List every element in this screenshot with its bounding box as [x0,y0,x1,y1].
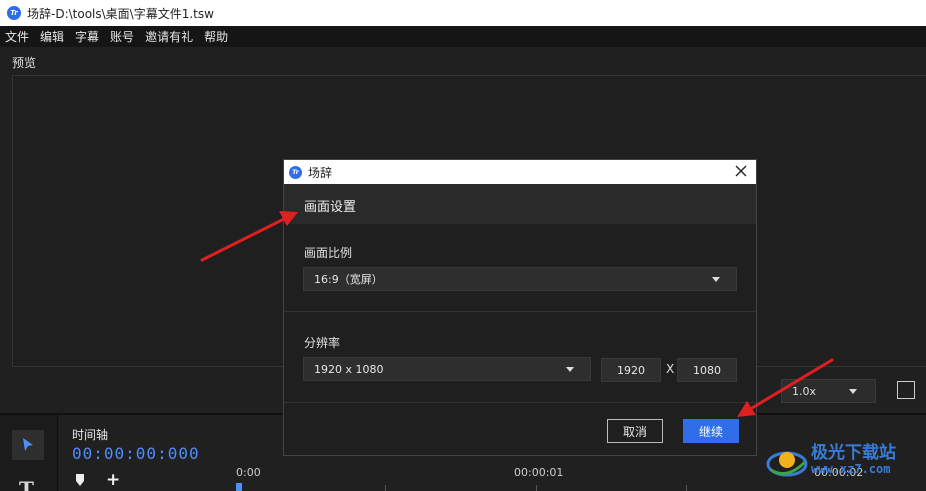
app-window: Tr 场辞-D:\tools\桌面\字幕文件1.tsw 文件 编辑 字幕 账号 … [0,0,926,491]
dimension-separator: X [666,362,675,376]
timeline-tick [385,485,386,491]
timeline-tick [686,485,687,491]
footer-divider [284,402,756,403]
resolution-select[interactable]: 1920 x 1080 [303,357,591,381]
dialog-title: 场辞 [308,165,333,180]
section-title: 画面设置 [304,200,357,215]
menu-bar: 文件 编辑 字幕 账号 邀请有礼 帮助 [0,26,926,47]
dialog-titlebar: Tr 场辞 [284,160,756,184]
watermark-text: 极光下载站 [811,443,896,463]
preview-label: 预览 [12,56,37,70]
menu-file[interactable]: 文件 [0,28,35,45]
section-divider [284,311,756,312]
aspect-ratio-value: 16:9（宽屏） [314,273,383,286]
app-logo-icon: Tr [289,165,302,179]
menu-account[interactable]: 账号 [105,28,140,45]
watermark-url: www.xz7.com [811,462,891,476]
cursor-arrow-icon [23,438,33,451]
select-tool-button[interactable] [12,430,44,460]
marker-icon[interactable] [75,474,85,486]
height-input[interactable]: 1080 [677,358,737,382]
chevron-down-icon [849,389,857,394]
chevron-down-icon [712,277,720,282]
resolution-label: 分辨率 [304,336,341,350]
timecode-display: 00:00:00:000 [72,444,200,463]
width-input[interactable]: 1920 [601,358,661,382]
window-title: 场辞-D:\tools\桌面\字幕文件1.tsw [27,6,214,21]
continue-button[interactable]: 继续 [683,419,739,443]
playhead[interactable] [236,483,242,491]
cancel-button[interactable]: 取消 [607,419,663,443]
app-logo-icon: Tr [7,6,21,20]
timeline-tick [536,485,537,491]
timeline-tick-label: 0:00 [236,466,261,479]
playback-speed-value: 1.0x [792,384,817,398]
add-icon[interactable]: + [106,470,120,490]
watermark-logo-icon [766,451,808,477]
menu-edit[interactable]: 编辑 [35,28,70,45]
menu-subtitle[interactable]: 字幕 [70,28,105,45]
section-header: 画面设置 [284,184,756,224]
aspect-ratio-label: 画面比例 [304,246,353,260]
menu-help[interactable]: 帮助 [199,28,234,45]
window-titlebar: Tr 场辞-D:\tools\桌面\字幕文件1.tsw [0,0,926,26]
chevron-down-icon [566,367,574,372]
picture-settings-dialog: Tr 场辞 画面设置 画面比例 16:9（宽屏） 分辨率 1920 x 1080… [283,159,757,456]
fullscreen-icon[interactable] [897,381,915,399]
resolution-value: 1920 x 1080 [314,362,384,376]
menu-invite[interactable]: 邀请有礼 [140,28,199,45]
timeline-tick-label: 00:00:01 [514,466,564,479]
text-tool-icon[interactable]: T [19,477,34,491]
watermark: 极光下载站 www.xz7.com [763,436,923,488]
aspect-ratio-select[interactable]: 16:9（宽屏） [303,267,737,291]
close-icon[interactable] [734,164,748,178]
timeline-label: 时间轴 [72,428,109,442]
playback-speed-select[interactable]: 1.0x [781,379,876,403]
